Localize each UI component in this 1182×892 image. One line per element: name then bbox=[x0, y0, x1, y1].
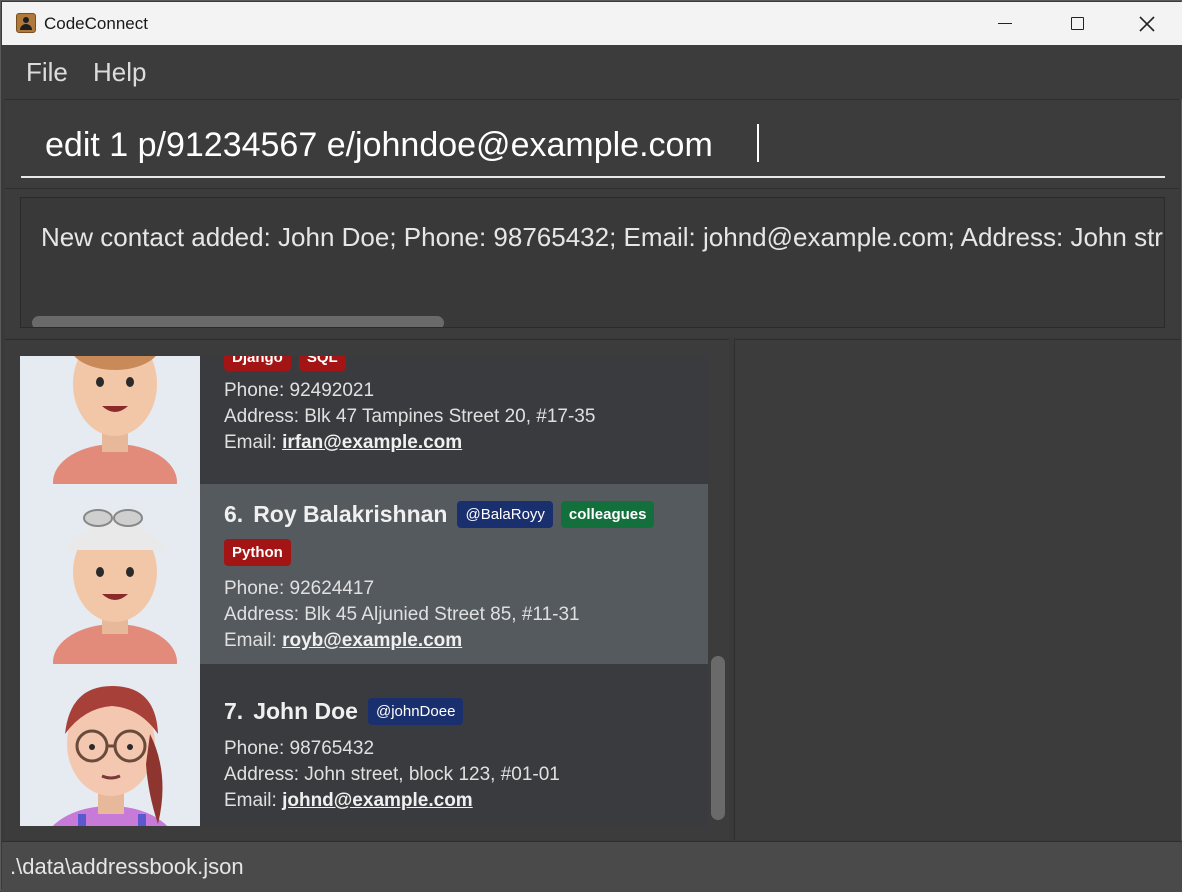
email-link[interactable]: johnd@example.com bbox=[282, 790, 473, 811]
address-text: Address: Blk 45 Aljunied Street 85, #11-… bbox=[224, 604, 580, 625]
text-caret bbox=[757, 124, 759, 162]
menu-file[interactable]: File bbox=[26, 57, 68, 88]
app-contact-icon bbox=[16, 13, 36, 33]
result-message: New contact added: John Doe; Phone: 9876… bbox=[41, 222, 1163, 252]
contact-index: 7. bbox=[224, 698, 244, 724]
email-link[interactable]: irfan@example.com bbox=[282, 432, 462, 453]
card-body: 7. John Doe @johnDoee Phone: 98765432 Ad… bbox=[224, 664, 708, 826]
app-window: CodeConnect File Help New contact added:… bbox=[0, 0, 1182, 892]
avatar bbox=[20, 484, 200, 664]
contact-name: Roy Balakrishnan bbox=[253, 501, 448, 527]
maximize-button[interactable] bbox=[1054, 2, 1100, 45]
avatar bbox=[20, 356, 200, 484]
card-body: Django SQL Phone: 92492021 Address: Blk … bbox=[224, 356, 708, 484]
result-display-panel: New contact added: John Doe; Phone: 9876… bbox=[5, 189, 1179, 337]
email-label: Email: bbox=[224, 630, 277, 651]
minimize-button[interactable] bbox=[982, 2, 1028, 45]
address-text: Address: John street, block 123, #01-01 bbox=[224, 764, 560, 785]
result-display[interactable]: New contact added: John Doe; Phone: 9876… bbox=[20, 197, 1165, 328]
email-label: Email: bbox=[224, 790, 277, 811]
email-row: Email: irfan@example.com bbox=[224, 432, 462, 454]
status-bar: .\data\addressbook.json bbox=[2, 841, 1182, 892]
tag: SQL bbox=[298, 356, 346, 371]
phone-text: Phone: 98765432 bbox=[224, 738, 375, 759]
email-label: Email: bbox=[224, 432, 277, 453]
close-button[interactable] bbox=[1124, 2, 1170, 45]
maximize-icon bbox=[1070, 17, 1084, 30]
avatar bbox=[20, 664, 200, 826]
window-title: CodeConnect bbox=[44, 14, 148, 33]
close-icon bbox=[1139, 15, 1155, 32]
save-location: .\data\addressbook.json bbox=[10, 854, 244, 879]
contact-index: 6. bbox=[224, 501, 244, 527]
contact-card-selected[interactable]: 6. Roy Balakrishnan @BalaRoyy colleagues… bbox=[20, 484, 708, 664]
card-body: 6. Roy Balakrishnan @BalaRoyy colleagues… bbox=[224, 484, 708, 664]
command-box bbox=[5, 99, 1179, 189]
tag: colleagues bbox=[560, 501, 655, 528]
detail-panel bbox=[734, 339, 1181, 840]
tag: Python bbox=[224, 539, 291, 566]
minimize-icon bbox=[998, 22, 1012, 25]
title-bar[interactable]: CodeConnect bbox=[2, 2, 1182, 45]
phone-text: Phone: 92624417 bbox=[224, 578, 375, 599]
vertical-scrollbar[interactable] bbox=[711, 656, 725, 820]
tag: Django bbox=[224, 356, 291, 371]
email-link[interactable]: royb@example.com bbox=[282, 630, 462, 651]
horizontal-scrollbar[interactable] bbox=[32, 316, 444, 327]
address-text: Address: Blk 47 Tampines Street 20, #17-… bbox=[224, 406, 596, 427]
command-input[interactable] bbox=[21, 114, 1165, 178]
email-row: Email: royb@example.com bbox=[224, 630, 462, 652]
contact-list-panel: Django SQL Phone: 92492021 Address: Blk … bbox=[5, 339, 729, 840]
contact-card[interactable]: Django SQL Phone: 92492021 Address: Blk … bbox=[20, 356, 708, 484]
menu-help[interactable]: Help bbox=[93, 57, 146, 88]
contact-list[interactable]: Django SQL Phone: 92492021 Address: Blk … bbox=[20, 356, 708, 826]
handle-tag: @BalaRoyy bbox=[457, 501, 553, 528]
phone-text: Phone: 92492021 bbox=[224, 380, 375, 401]
menu-bar: File Help bbox=[2, 45, 1182, 99]
contact-name: John Doe bbox=[253, 698, 358, 724]
handle-tag: @johnDoee bbox=[367, 698, 464, 725]
contact-card[interactable]: 7. John Doe @johnDoee Phone: 98765432 Ad… bbox=[20, 664, 708, 826]
email-row: Email: johnd@example.com bbox=[224, 790, 473, 812]
